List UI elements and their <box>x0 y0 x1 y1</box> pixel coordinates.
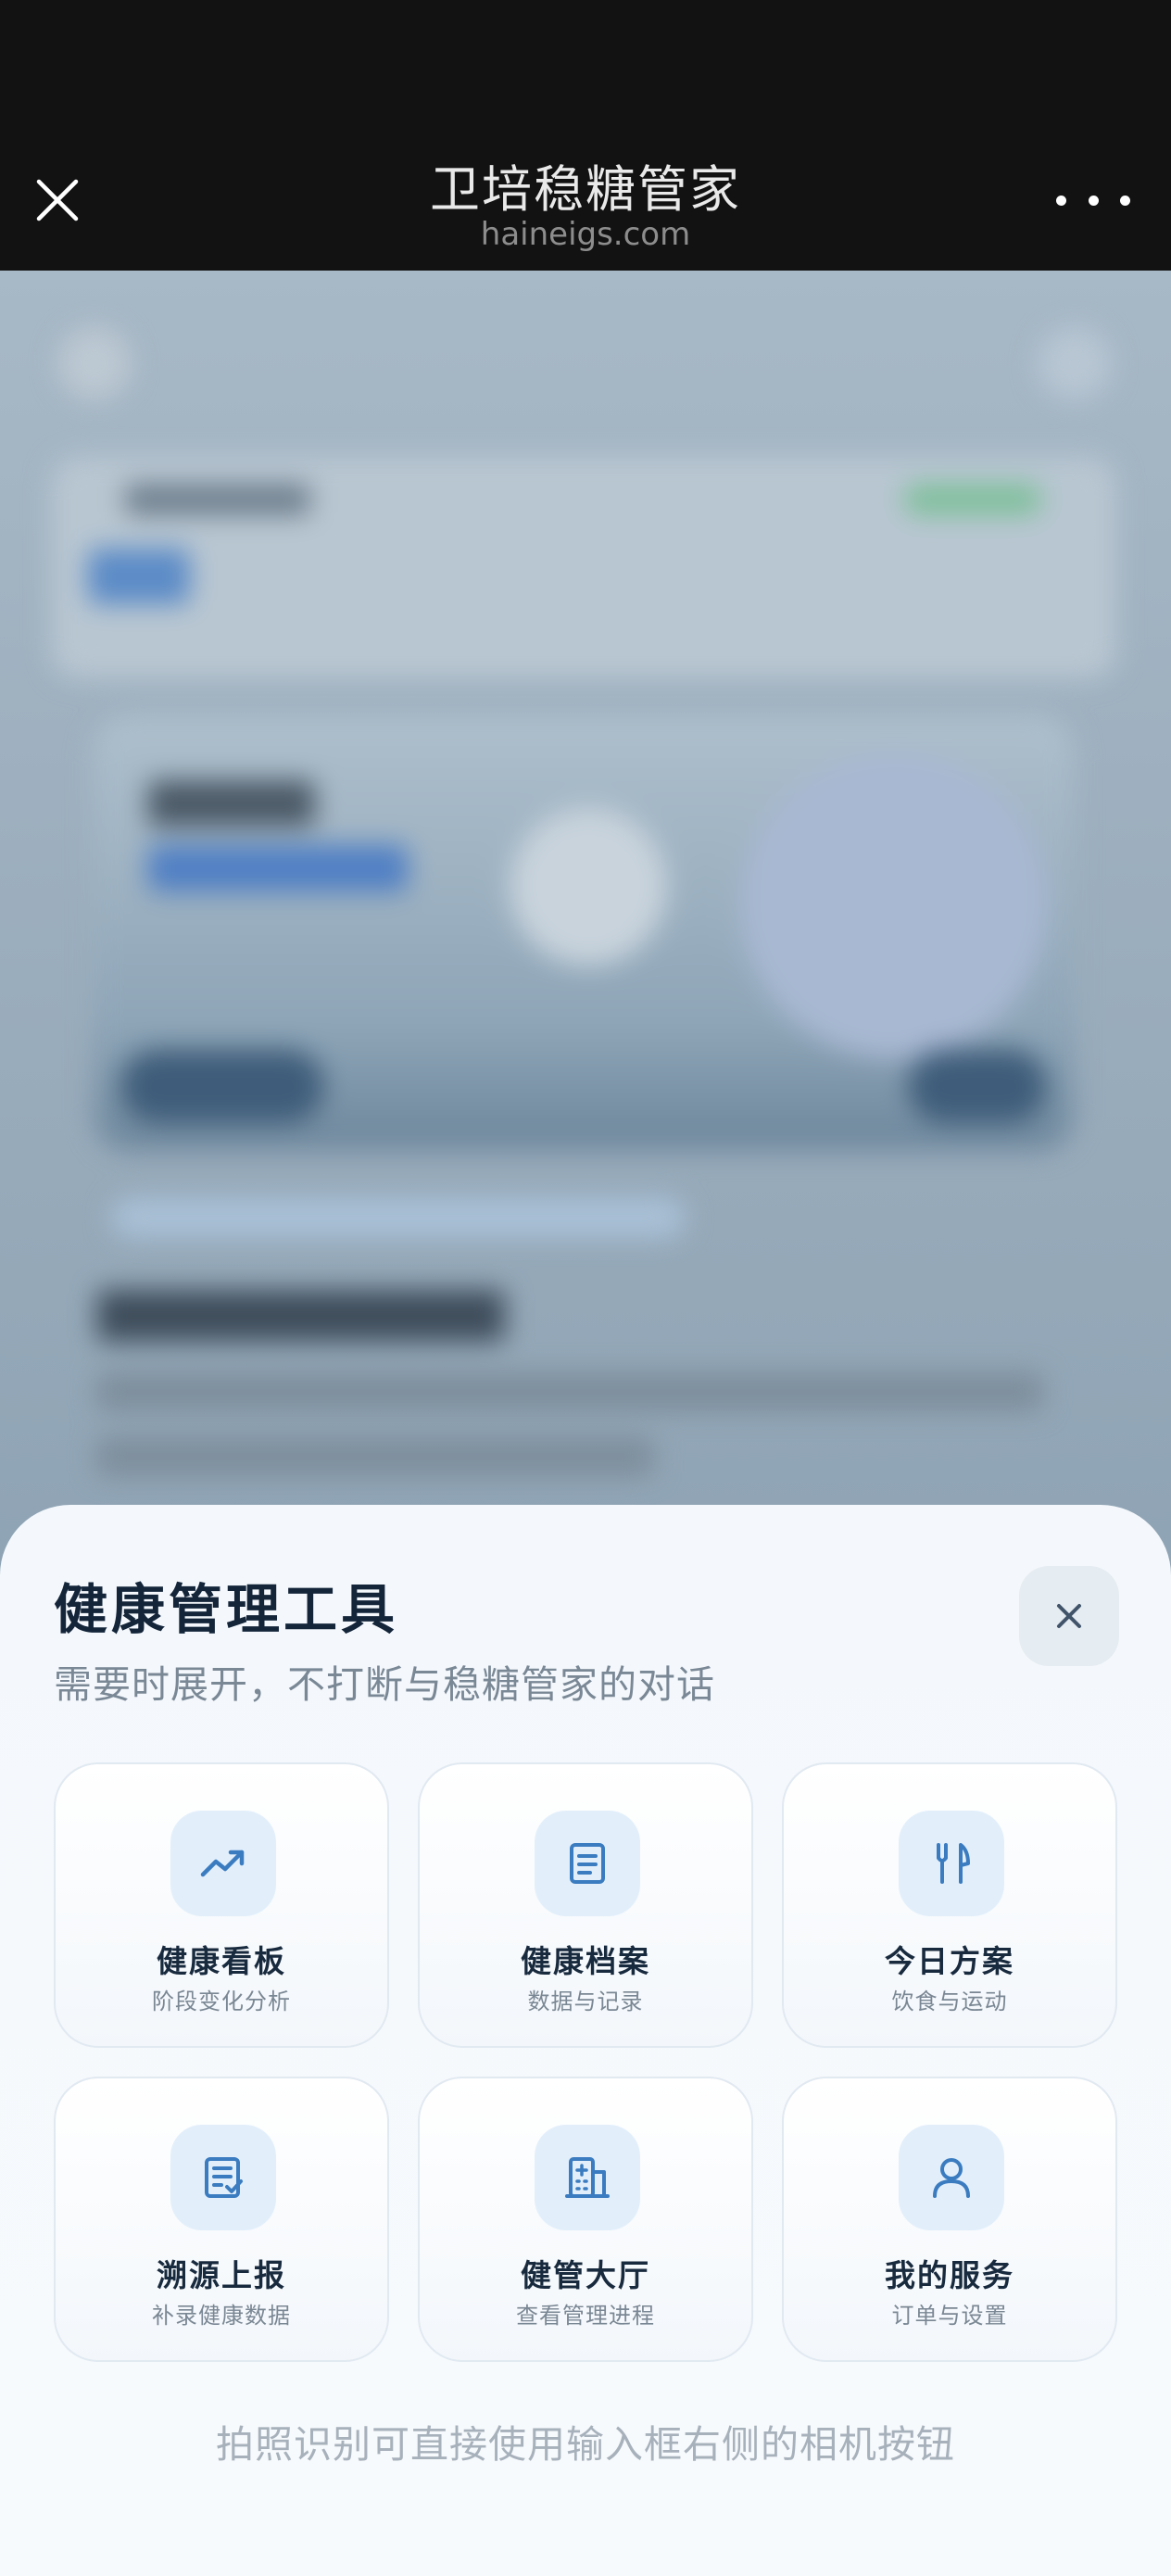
user-icon <box>899 2125 1004 2230</box>
tool-management-hall[interactable]: 健管大厅 查看管理进程 <box>418 2077 753 2362</box>
tool-today-plan[interactable]: 今日方案 饮食与运动 <box>782 1762 1117 2048</box>
blurred-background-page <box>0 271 1171 1586</box>
page-domain: haineigs.com <box>480 216 691 253</box>
sheet-title: 健康管理工具 <box>54 1578 399 1641</box>
tool-subtitle: 补录健康数据 <box>152 2303 291 2329</box>
health-tools-sheet: 健康管理工具 需要时展开，不打断与稳糖管家的对话 健康看板 阶段变化分析 健康档… <box>0 1505 1171 2576</box>
article-heading <box>97 1290 505 1342</box>
tool-subtitle: 数据与记录 <box>527 1989 644 2014</box>
tag-row <box>111 1197 686 1238</box>
document-icon <box>1038 326 1112 400</box>
mascot-image <box>741 752 1047 1058</box>
camera-hint: 拍照识别可直接使用输入框右侧的相机按钮 <box>216 2422 955 2467</box>
article-paragraph <box>97 1373 1042 1410</box>
page-title: 卫培稳糖管家 <box>430 160 741 219</box>
document-list-icon <box>535 1811 640 1916</box>
tool-subtitle: 饮食与运动 <box>891 1989 1008 2014</box>
video-banner <box>93 715 1075 1151</box>
trend-chart-icon <box>170 1811 276 1916</box>
sheet-close-button[interactable] <box>1019 1566 1119 1666</box>
building-icon <box>535 2125 640 2230</box>
avatar <box>57 326 132 400</box>
close-icon <box>1057 1604 1081 1628</box>
tool-title: 健康看板 <box>157 1943 286 1979</box>
tool-health-records[interactable]: 健康档案 数据与记录 <box>418 1762 753 2048</box>
tool-title: 健康档案 <box>521 1943 650 1979</box>
report-check-icon <box>170 2125 276 2230</box>
tool-title: 溯源上报 <box>157 2257 286 2293</box>
tool-subtitle: 阶段变化分析 <box>152 1989 291 2014</box>
more-options-icon[interactable] <box>1056 182 1130 219</box>
tool-title: 健管大厅 <box>521 2257 650 2293</box>
tools-grid: 健康看板 阶段变化分析 健康档案 数据与记录 今日方案 饮食与运动 溯源上报 补… <box>54 1762 1117 2362</box>
fork-knife-icon <box>899 1811 1004 1916</box>
play-icon <box>510 808 667 966</box>
tool-title: 今日方案 <box>885 1943 1014 1979</box>
tool-subtitle: 订单与设置 <box>891 2303 1008 2329</box>
tool-health-dashboard[interactable]: 健康看板 阶段变化分析 <box>54 1762 389 2048</box>
tool-trace-report[interactable]: 溯源上报 补录健康数据 <box>54 2077 389 2362</box>
top-bar: 卫培稳糖管家 haineigs.com <box>0 0 1171 271</box>
article-paragraph <box>97 1438 653 1475</box>
tool-my-services[interactable]: 我的服务 订单与设置 <box>782 2077 1117 2362</box>
sheet-description: 需要时展开，不打断与稳糖管家的对话 <box>54 1662 715 1707</box>
blood-sugar-card <box>51 456 1116 678</box>
tool-title: 我的服务 <box>885 2257 1014 2293</box>
tool-subtitle: 查看管理进程 <box>516 2303 655 2329</box>
